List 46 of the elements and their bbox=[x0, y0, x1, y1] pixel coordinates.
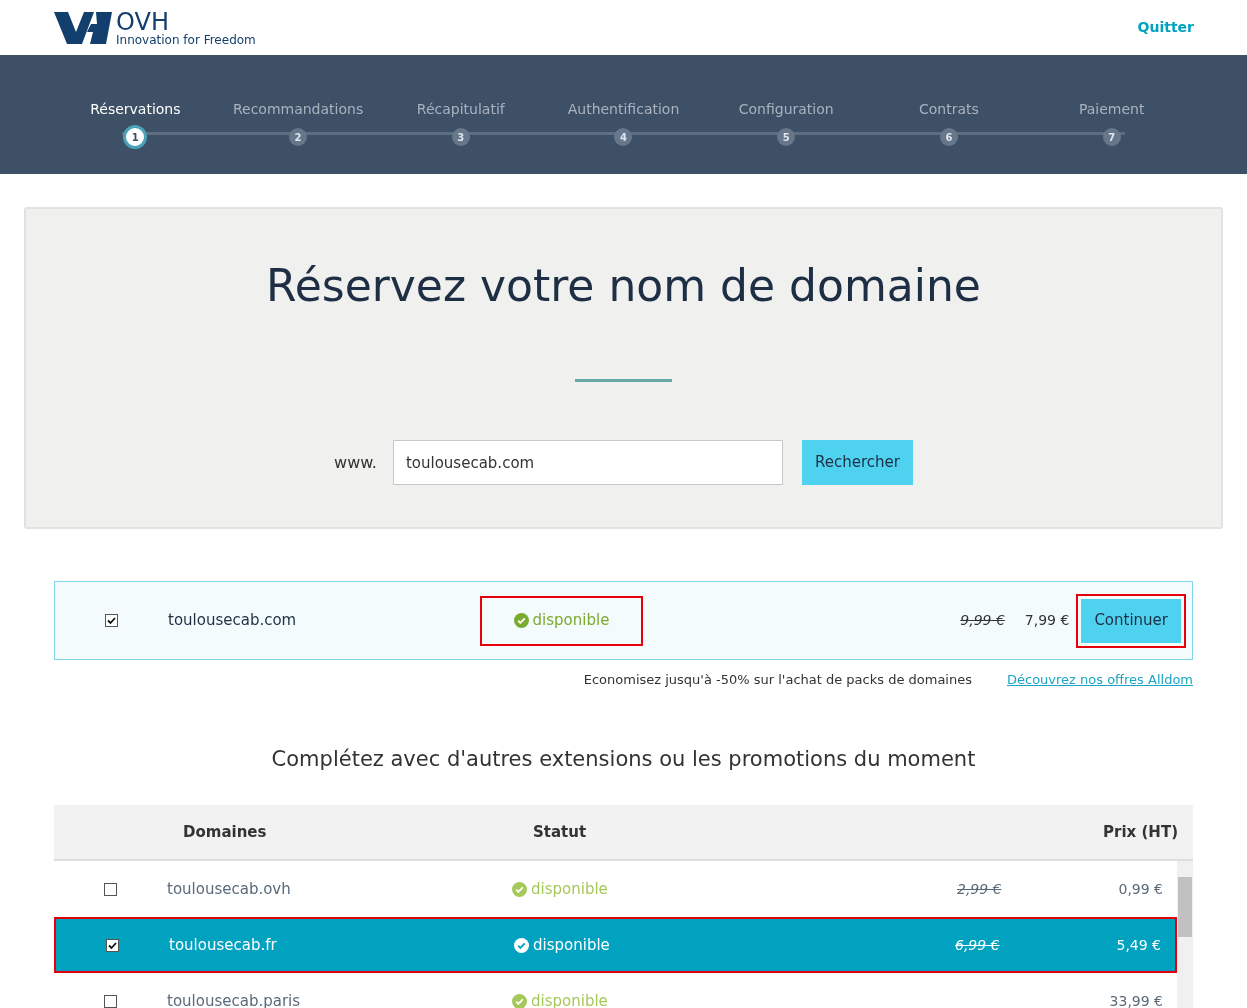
step-tab[interactable]: Réservations 1 bbox=[54, 99, 217, 149]
domain-name: toulousecab.com bbox=[168, 610, 298, 632]
old-price: 6,99 € bbox=[955, 935, 1001, 955]
status-label: disponible bbox=[514, 933, 610, 957]
column-header: Prix (HT) bbox=[1103, 821, 1179, 843]
extensions-title: Complétez avec d'autres extensions ou les promotions du moment bbox=[270, 745, 977, 773]
step-tab[interactable]: Contrats 6 bbox=[867, 99, 1031, 149]
check-circle-icon bbox=[513, 613, 529, 628]
domain-name: toulousecab.paris bbox=[167, 990, 302, 1008]
hero-title: Réservez votre nom de domaine bbox=[266, 259, 981, 313]
price: 7,99 € bbox=[1024, 611, 1070, 630]
step-tab[interactable]: Paiement 7 bbox=[1030, 99, 1193, 149]
domain-search-field[interactable]: toulousecab.com bbox=[392, 440, 783, 485]
price: 5,49 € bbox=[1115, 935, 1162, 955]
old-price: 2,99 € bbox=[957, 879, 1003, 899]
domain-name: toulousecab.fr bbox=[169, 934, 278, 956]
alldom-link[interactable]: Découvrez nos offres Alldom bbox=[1007, 670, 1193, 690]
promo-text: Economisez jusqu'à -50% sur l'achat de packs de domaines bbox=[583, 671, 972, 689]
checkbox[interactable] bbox=[105, 614, 118, 627]
checkbox[interactable] bbox=[104, 994, 117, 1008]
status-label: disponible bbox=[480, 595, 643, 646]
www-prefix: www. bbox=[334, 451, 377, 474]
logo-icon bbox=[54, 9, 112, 46]
price: 33,99 € bbox=[1108, 991, 1164, 1008]
status-label: disponible bbox=[512, 877, 608, 901]
step-tab[interactable]: Configuration 5 bbox=[704, 99, 868, 149]
step-tab[interactable]: Récapitulatif 3 bbox=[379, 99, 543, 149]
logo-name: OVH bbox=[116, 9, 169, 34]
domain-name: toulousecab.ovh bbox=[167, 878, 292, 900]
continue-button[interactable]: Continuer bbox=[1081, 598, 1181, 643]
step-tab[interactable]: Authentification 4 bbox=[542, 99, 705, 149]
status-label: disponible bbox=[512, 989, 608, 1008]
checkbox[interactable] bbox=[106, 938, 119, 952]
logo-tagline: Innovation for Freedom bbox=[116, 33, 256, 46]
table-row[interactable]: toulousecab.fr disponible 6,99 € 5,49 € bbox=[54, 917, 1177, 973]
column-header: Statut bbox=[533, 821, 588, 843]
scrollbar[interactable] bbox=[1177, 861, 1193, 1008]
quit-link[interactable]: Quitter bbox=[1137, 17, 1194, 38]
price: 0,99 € bbox=[1117, 879, 1164, 899]
step-tab[interactable]: Recommandations 2 bbox=[216, 99, 380, 149]
old-price: 9,99 € bbox=[960, 611, 1005, 630]
checkbox[interactable] bbox=[104, 882, 117, 896]
check-circle-icon bbox=[514, 937, 529, 953]
search-button[interactable]: Rechercher bbox=[801, 440, 913, 485]
column-header: Domaines bbox=[183, 821, 268, 843]
check-circle-icon bbox=[512, 881, 527, 897]
